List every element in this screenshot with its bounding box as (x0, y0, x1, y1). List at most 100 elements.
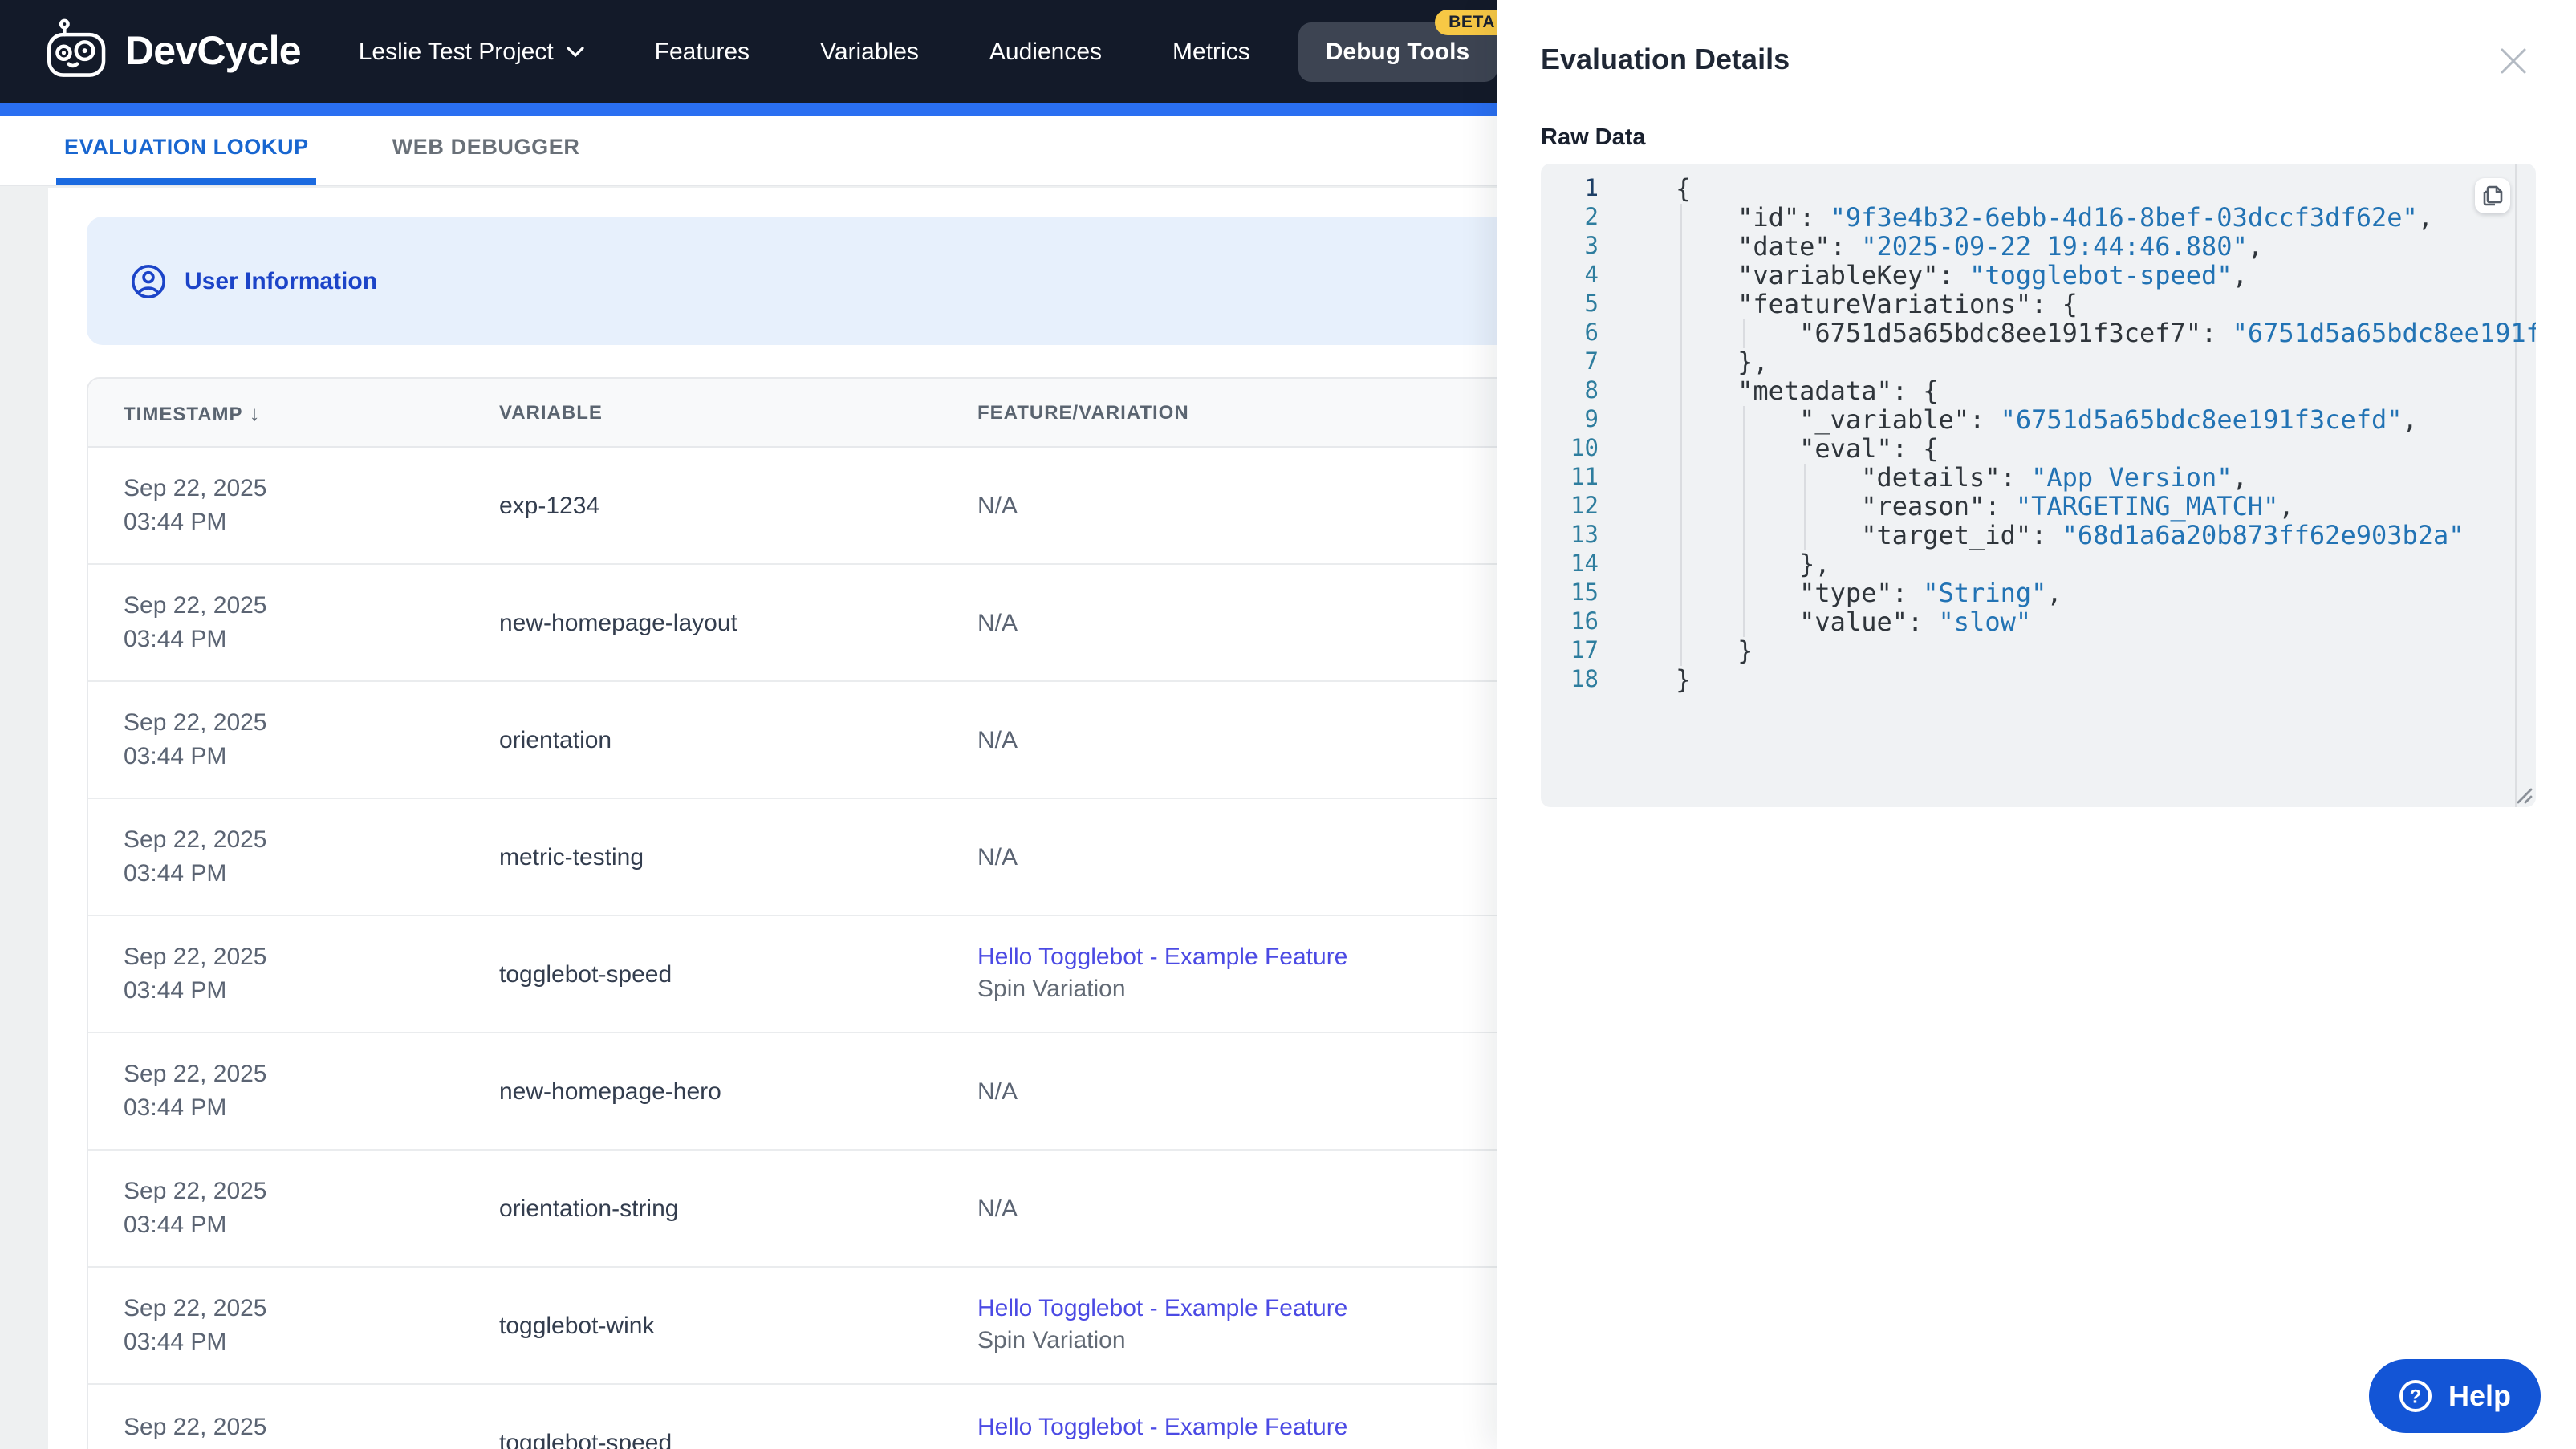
panel-title: Evaluation Details (1541, 43, 1790, 75)
code-text: "eval": { (1799, 433, 1939, 464)
table-row[interactable]: Sep 22, 202503:44 PMtogglebot-speedHello… (88, 1385, 1594, 1449)
code-lines: 1{2 "id": "9f3e4b32-6ebb-4d16-8bef-03dcc… (1541, 174, 2536, 695)
timestamp-date: Sep 22, 2025 (124, 592, 267, 619)
timestamp-cell: Sep 22, 2025 03:44 PM (88, 1385, 499, 1449)
nav-item-variables[interactable]: Variables (820, 38, 919, 65)
code-text: "6751d5a65bdc8ee191f3cef7": "6751d5a65bd… (1799, 318, 2536, 348)
timestamp-time: 03:44 PM (124, 1212, 227, 1239)
table-body: Sep 22, 2025 03:44 PM exp-1234 N/A Sep 22, 2… (88, 448, 1594, 1449)
resize-handle-icon[interactable] (2513, 785, 2533, 804)
indent-guide (1804, 464, 1806, 493)
table-row[interactable]: Sep 22, 2025 03:44 PM togglebot-wink Hello … (88, 1268, 1594, 1385)
line-number: 4 (1584, 263, 1599, 289)
help-button[interactable]: ? Help (2369, 1359, 2541, 1433)
line-number: 12 (1570, 494, 1599, 520)
code-text: "id": "9f3e4b32-6ebb-4d16-8bef-03dccf3df… (1737, 202, 2434, 233)
variable-cell: togglebot-speed (499, 916, 977, 1032)
close-icon[interactable] (2497, 45, 2529, 77)
timestamp-cell: Sep 22, 2025 03:44 PM (88, 448, 499, 563)
indent-guide (1742, 522, 1745, 550)
raw-data-code-block[interactable]: 1{2 "id": "9f3e4b32-6ebb-4d16-8bef-03dcc… (1541, 164, 2536, 807)
table-row[interactable]: Sep 22, 2025 03:44 PM new-homepage-layout N… (88, 565, 1594, 682)
line-number: 11 (1570, 465, 1599, 491)
user-information-banner[interactable]: User Information (87, 217, 1595, 345)
column-header-variable[interactable]: VARIABLE (499, 401, 977, 424)
timestamp-date: Sep 22, 2025 (124, 709, 267, 737)
indent-guide (1742, 435, 1745, 464)
timestamp-time: 03:44 PM (124, 977, 227, 1005)
variable-key: togglebot-wink (499, 1312, 655, 1339)
timestamp-time: 03:44 PM (124, 1443, 499, 1449)
code-text: "target_id": "68d1a6a20b873ff62e903b2a" (1861, 520, 2464, 550)
indent-guide (1742, 464, 1745, 493)
code-text: "reason": "TARGETING_MATCH", (1861, 491, 2294, 522)
code-line: 1{ (1541, 174, 2536, 204)
line-number: 10 (1570, 436, 1599, 462)
nav-item-metrics[interactable]: Metrics (1172, 38, 1250, 65)
variable-key: orientation (499, 726, 612, 753)
indent-guide (1680, 262, 1682, 290)
variable-cell: orientation (499, 682, 977, 798)
project-selector[interactable]: Leslie Test Project (359, 38, 584, 65)
nav-item-features[interactable]: Features (655, 38, 750, 65)
timestamp-cell: Sep 22, 2025 03:44 PM (88, 1268, 499, 1383)
variable-cell: new-homepage-layout (499, 565, 977, 680)
code-text: }, (1799, 549, 1830, 579)
indent-guide (1680, 579, 1682, 608)
line-number: 1 (1584, 177, 1599, 202)
line-number: 3 (1584, 234, 1599, 260)
nav-item-debug-tools[interactable]: Debug Tools BETA (1298, 9, 1510, 81)
timestamp-date: Sep 22, 2025 (124, 1413, 267, 1440)
variable-key: togglebot-speed (499, 1430, 672, 1449)
line-number: 9 (1584, 408, 1599, 433)
line-number: 18 (1570, 668, 1599, 693)
brand-wordmark: DevCycle (125, 28, 302, 73)
debug-tools-label: Debug Tools (1325, 38, 1470, 65)
table-row[interactable]: Sep 22, 2025 03:44 PM new-homepage-hero N/A (88, 1033, 1594, 1151)
column-header-timestamp[interactable]: TIMESTAMP ↓ (88, 400, 499, 424)
table-row[interactable]: Sep 22, 2025 03:44 PM metric-testing N/A (88, 799, 1594, 916)
variable-key: togglebot-speed (499, 960, 672, 988)
indent-guide (1680, 406, 1682, 435)
code-line: 8 "metadata": { (1541, 376, 2536, 406)
robot-logo-icon (47, 18, 106, 77)
sort-descending-icon: ↓ (249, 400, 261, 424)
timestamp-cell: Sep 22, 2025 03:44 PM (88, 1033, 499, 1149)
indent-guide (1742, 319, 1745, 348)
code-line: 2 "id": "9f3e4b32-6ebb-4d16-8bef-03dccf3… (1541, 202, 2536, 233)
timestamp-date: Sep 22, 2025 (124, 826, 267, 854)
code-text: "featureVariations": { (1737, 289, 2078, 319)
table-row[interactable]: Sep 22, 2025 03:44 PM orientation-string N/… (88, 1151, 1594, 1268)
code-text: "value": "slow" (1799, 607, 2032, 637)
variable-key: exp-1234 (499, 492, 600, 519)
indent-guide (1680, 637, 1682, 666)
tab-web-debugger[interactable]: WEB DEBUGGER (384, 116, 588, 185)
devcycle-logo[interactable]: DevCycle (45, 18, 302, 85)
indent-guide (1742, 608, 1745, 637)
help-question-icon: ? (2399, 1380, 2432, 1412)
code-line: 14 }, (1541, 550, 2536, 579)
code-line: 16 "value": "slow" (1541, 607, 2536, 637)
code-line: 7 }, (1541, 347, 2536, 377)
indent-guide (1680, 550, 1682, 579)
code-text: "date": "2025-09-22 19:44:46.880", (1737, 231, 2264, 262)
line-number: 14 (1570, 552, 1599, 578)
variable-cell: exp-1234 (499, 448, 977, 563)
line-number: 16 (1570, 610, 1599, 635)
table-row[interactable]: Sep 22, 202503:44 PMtogglebot-speedHello… (88, 916, 1594, 1033)
indent-guide (1680, 608, 1682, 637)
variable-cell: metric-testing (499, 799, 977, 915)
table-row[interactable]: Sep 22, 2025 03:44 PM exp-1234 N/A (88, 448, 1594, 565)
table-row[interactable]: Sep 22, 2025 03:44 PM orientation N/A (88, 682, 1594, 799)
raw-data-label: Raw Data (1541, 125, 1646, 151)
tab-evaluation-lookup[interactable]: EVALUATION LOOKUP (56, 116, 317, 185)
nav-menu: Features Variables Audiences Metrics (655, 38, 1250, 65)
indent-guide (1680, 522, 1682, 550)
code-line: 10 "eval": { (1541, 433, 2536, 464)
timestamp-time: 03:44 PM (124, 743, 227, 770)
indent-guide (1680, 233, 1682, 262)
copy-button[interactable] (2475, 178, 2510, 213)
nav-item-audiences[interactable]: Audiences (989, 38, 1102, 65)
code-line: 6 "6751d5a65bdc8ee191f3cef7": "6751d5a65… (1541, 319, 2536, 348)
project-name: Leslie Test Project (358, 38, 554, 65)
